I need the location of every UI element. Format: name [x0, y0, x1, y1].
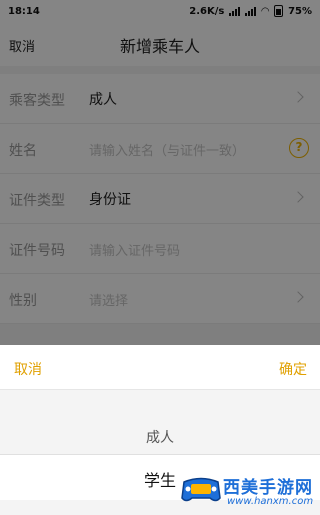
picker-option-adult[interactable]: 成人 — [0, 427, 320, 447]
picker-confirm-button[interactable]: 确定 — [279, 359, 307, 379]
picker-toolbar: 取消 确定 — [0, 345, 320, 390]
picker-cancel-button[interactable]: 取消 — [14, 359, 42, 379]
watermark: 西美手游网 www.hanxm.com — [180, 470, 320, 515]
gamepad-logo-icon — [181, 477, 221, 502]
watermark-title: 西美手游网 — [223, 478, 313, 498]
watermark-url: www.hanxm.com — [227, 496, 314, 507]
